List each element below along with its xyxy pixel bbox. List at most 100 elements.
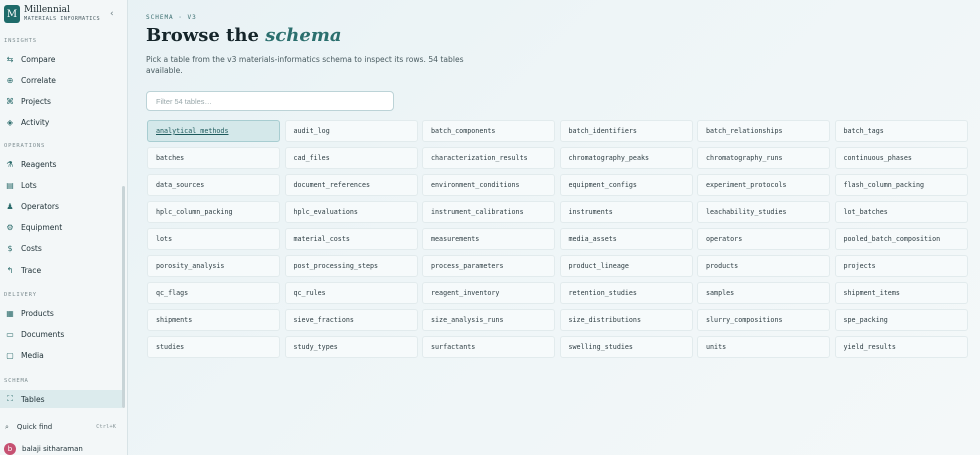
table-card[interactable]: batch_components: [422, 120, 555, 142]
table-card[interactable]: hplc_column_packing: [147, 200, 280, 223]
tables-grid: analytical_methods audit_log batch_compone…: [147, 120, 968, 358]
user-menu[interactable]: b balaji sitharaman: [4, 443, 83, 455]
table-card[interactable]: products: [697, 254, 830, 277]
table-card[interactable]: process_parameters: [422, 254, 555, 277]
filter-tables-input[interactable]: [146, 91, 394, 111]
table-card[interactable]: chromatography_runs: [697, 146, 830, 169]
table-card[interactable]: surfactants: [422, 335, 555, 358]
page-title-plain: Browse the: [146, 25, 259, 46]
equipment-icon: ⚙: [6, 223, 14, 233]
table-card[interactable]: document_references: [284, 173, 418, 196]
products-icon: ▦: [6, 308, 14, 318]
compare-icon: ⇆: [6, 54, 14, 64]
sidebar-item-costs[interactable]: $ Costs: [0, 240, 122, 258]
table-card[interactable]: lots: [147, 227, 280, 250]
sidebar-item-tables[interactable]: ⛶ Tables: [0, 390, 122, 408]
table-card[interactable]: environment_conditions: [422, 173, 555, 196]
table-card[interactable]: reagent_inventory: [422, 281, 555, 304]
table-card[interactable]: porosity_analysis: [147, 254, 280, 277]
table-card[interactable]: yield_results: [834, 335, 968, 358]
table-card[interactable]: data_sources: [147, 173, 280, 196]
table-card[interactable]: swelling_studies: [559, 335, 693, 358]
table-card[interactable]: batch_identifiers: [559, 120, 693, 142]
table-card[interactable]: spe_packing: [834, 308, 968, 331]
sidebar-item-label: Costs: [21, 244, 42, 254]
table-card[interactable]: chromatography_peaks: [559, 146, 693, 169]
table-card[interactable]: size_analysis_runs: [422, 308, 555, 331]
table-card[interactable]: equipment_configs: [559, 173, 693, 196]
table-card[interactable]: shipments: [147, 308, 280, 331]
sidebar-item-documents[interactable]: ▭ Documents: [0, 325, 122, 343]
table-card[interactable]: batch_relationships: [697, 120, 830, 142]
table-card[interactable]: shipment_items: [834, 281, 968, 304]
table-card[interactable]: material_costs: [284, 227, 418, 250]
table-card[interactable]: cad_files: [284, 146, 418, 169]
brand-name: Millennial: [24, 4, 70, 15]
sidebar-item-label: Projects: [21, 96, 51, 106]
table-card[interactable]: units: [697, 335, 830, 358]
table-card[interactable]: continuous_phases: [834, 146, 968, 169]
table-card[interactable]: sieve_fractions: [284, 308, 418, 331]
avatar: b: [4, 443, 16, 455]
operators-icon: ♟: [6, 201, 14, 211]
sidebar-item-projects[interactable]: ⌘ Projects: [0, 92, 122, 110]
table-card[interactable]: batches: [147, 146, 280, 169]
sidebar-item-media[interactable]: ▢ Media: [0, 346, 122, 364]
sidebar-item-label: Equipment: [21, 223, 63, 233]
sidebar-item-correlate[interactable]: ⊕ Correlate: [0, 71, 122, 89]
table-card[interactable]: flash_column_packing: [834, 173, 968, 196]
user-name: balaji sitharaman: [22, 445, 83, 453]
table-card[interactable]: batch_tags: [834, 120, 968, 142]
table-card[interactable]: product_lineage: [559, 254, 693, 277]
media-icon: ▢: [6, 350, 14, 360]
table-card[interactable]: retention_studies: [559, 281, 693, 304]
costs-icon: $: [7, 244, 13, 254]
page-title: Browse the schema: [146, 25, 342, 46]
table-card[interactable]: qc_flags: [147, 281, 280, 304]
section-label-delivery: DELIVERY: [4, 292, 37, 298]
table-card[interactable]: qc_rules: [284, 281, 418, 304]
table-card[interactable]: post_processing_steps: [284, 254, 418, 277]
activity-icon: ◈: [6, 118, 14, 128]
sidebar: M Millennial MATERIALS INFORMATICS ‹ INS…: [0, 0, 128, 455]
brand[interactable]: M Millennial MATERIALS INFORMATICS: [4, 5, 100, 23]
table-card[interactable]: leachability_studies: [697, 200, 830, 223]
sidebar-scrollbar[interactable]: [122, 186, 125, 408]
sidebar-item-reagents[interactable]: ⚗ Reagents: [0, 155, 122, 173]
table-card[interactable]: characterization_results: [422, 146, 555, 169]
table-card[interactable]: samples: [697, 281, 830, 304]
sidebar-item-label: Tables: [21, 394, 45, 404]
table-card[interactable]: analytical_methods: [147, 120, 280, 142]
sidebar-item-equipment[interactable]: ⚙ Equipment: [0, 219, 122, 237]
table-card[interactable]: media_assets: [559, 227, 693, 250]
sidebar-item-trace[interactable]: ↰ Trace: [0, 261, 122, 279]
table-card[interactable]: audit_log: [284, 120, 418, 142]
tables-icon: ⛶: [7, 394, 13, 403]
sidebar-item-products[interactable]: ▦ Products: [0, 304, 122, 322]
quick-find-button[interactable]: ⌕ Quick find Ctrl+K: [0, 420, 128, 434]
table-card[interactable]: measurements: [422, 227, 555, 250]
table-card[interactable]: instruments: [559, 200, 693, 223]
sidebar-item-label: Compare: [21, 54, 56, 64]
table-card[interactable]: instrument_calibrations: [422, 200, 555, 223]
table-card[interactable]: operators: [697, 227, 830, 250]
brand-subtitle: MATERIALS INFORMATICS: [24, 15, 101, 22]
chevron-left-icon[interactable]: ‹: [110, 9, 114, 19]
table-card[interactable]: size_distributions: [559, 308, 693, 331]
table-card[interactable]: slurry_compositions: [697, 308, 830, 331]
table-card[interactable]: projects: [834, 254, 968, 277]
table-card[interactable]: study_types: [284, 335, 418, 358]
table-card[interactable]: lot_batches: [834, 200, 968, 223]
brand-text: Millennial MATERIALS INFORMATICS: [24, 4, 101, 22]
sidebar-item-compare[interactable]: ⇆ Compare: [0, 50, 122, 68]
table-card[interactable]: studies: [147, 335, 280, 358]
sidebar-item-activity[interactable]: ◈ Activity: [0, 114, 122, 132]
table-card[interactable]: hplc_evaluations: [284, 200, 418, 223]
sidebar-item-label: Trace: [21, 265, 42, 275]
sidebar-item-operators[interactable]: ♟ Operators: [0, 197, 122, 215]
sidebar-item-lots[interactable]: ▤ Lots: [0, 176, 122, 194]
table-card[interactable]: experiment_protocols: [697, 173, 830, 196]
table-card[interactable]: pooled_batch_composition: [834, 227, 968, 250]
breadcrumb: SCHEMA · V3: [146, 14, 197, 21]
section-label-insights: INSIGHTS: [4, 38, 37, 44]
